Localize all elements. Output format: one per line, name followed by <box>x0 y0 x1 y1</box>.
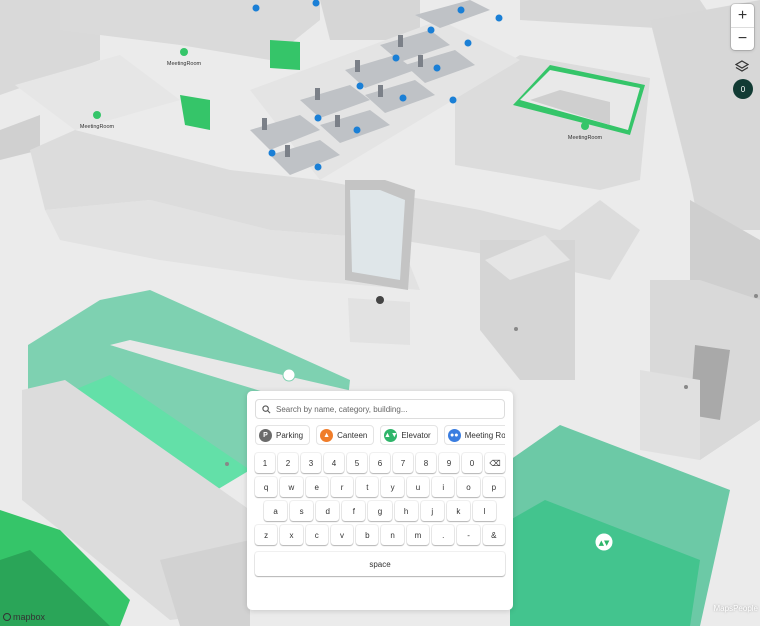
keyboard-key[interactable]: h <box>394 501 418 521</box>
keyboard-key[interactable]: m <box>406 525 430 545</box>
search-panel: Search by name, category, building... PP… <box>247 391 513 610</box>
keyboard-key[interactable]: b <box>356 525 379 545</box>
keyboard-key[interactable]: p <box>482 477 505 497</box>
keyboard-key[interactable]: 7 <box>393 453 413 473</box>
keyboard-key[interactable]: 1 <box>255 453 275 473</box>
backspace-key[interactable]: ⌫ <box>485 453 505 473</box>
keyboard-key[interactable]: l <box>472 501 496 521</box>
keyboard-key[interactable]: 4 <box>324 453 344 473</box>
keyboard-key[interactable]: c <box>305 525 328 545</box>
mapbox-logo-icon <box>3 613 11 621</box>
keyboard-key[interactable]: z <box>255 525 278 545</box>
search-placeholder: Search by name, category, building... <box>276 404 408 414</box>
keyboard-row: z x c v b n m. - & <box>255 525 505 545</box>
zoom-controls: + − <box>731 4 754 50</box>
category-chip[interactable]: ●●Meeting Roo <box>443 425 505 445</box>
keyboard-key[interactable]: & <box>482 525 505 545</box>
keyboard-key[interactable]: t <box>356 477 379 497</box>
keyboard-key[interactable]: v <box>330 525 354 545</box>
mapbox-logo[interactable]: mapbox <box>3 612 45 622</box>
category-chip[interactable]: ▲ Canteen <box>316 425 375 445</box>
keyboard-key[interactable]: u <box>406 477 430 497</box>
keyboard-row: asdfghjkl <box>255 501 505 521</box>
zoom-in-button[interactable]: + <box>731 4 754 27</box>
keyboard-key[interactable]: q <box>255 477 278 497</box>
category-label: Canteen <box>337 430 368 440</box>
keyboard-key[interactable]: - <box>457 525 480 545</box>
svg-text:▲▼: ▲▼ <box>599 539 610 547</box>
keyboard-row: qwertyuiop <box>255 477 505 497</box>
meeting-room-label: MeetingRoom <box>80 124 115 130</box>
you-are-here-icon <box>376 296 384 304</box>
kiosk-base <box>348 298 410 345</box>
keyboard-key[interactable]: o <box>457 477 480 497</box>
keyboard-key[interactable]: j <box>420 501 444 521</box>
keyboard-key[interactable]: 8 <box>416 453 436 473</box>
green-room-accent <box>270 40 300 70</box>
meeting-room-label: MeetingRoom <box>568 135 603 141</box>
search-input[interactable]: Search by name, category, building... <box>255 399 505 419</box>
keyboard-row: 1 2 3 4 5 6 7 8 9 0 ⌫ <box>255 453 505 473</box>
keyboard-key[interactable]: e <box>305 477 328 497</box>
keyboard-key[interactable]: k <box>446 501 470 521</box>
canteen-icon: ▲ <box>320 428 334 442</box>
category-label: Parking <box>276 430 304 440</box>
kiosk-screen <box>350 190 405 280</box>
category-chip[interactable]: P Parking <box>255 425 311 445</box>
keyboard-key[interactable]: y <box>381 477 404 497</box>
keyboard-key[interactable]: 5 <box>347 453 367 473</box>
keyboard-key[interactable]: 2 <box>278 453 298 473</box>
category-chips: PParking▲Canteen▲▼Elevator●●Meeting Roo <box>255 425 505 445</box>
poi-dot <box>225 462 229 466</box>
category-label: Meeting Roo <box>464 430 505 440</box>
poi-dot <box>684 385 688 389</box>
wall-block <box>640 370 700 460</box>
poi-dot <box>514 327 518 331</box>
elevator-icon: ▲▼ <box>384 428 398 442</box>
area-marker[interactable] <box>282 368 296 382</box>
keyboard-key[interactable]: . <box>432 525 455 545</box>
keyboard-key[interactable]: f <box>342 501 366 521</box>
space-key[interactable]: space <box>255 552 505 576</box>
keyboard-key[interactable]: 3 <box>301 453 321 473</box>
keyboard-key[interactable]: r <box>330 477 354 497</box>
keyboard-key[interactable]: s <box>290 501 314 521</box>
category-label: Elevator <box>401 430 431 440</box>
keyboard-key[interactable]: i <box>432 477 455 497</box>
zoom-out-button[interactable]: − <box>731 27 754 50</box>
keyboard-key[interactable]: x <box>280 525 303 545</box>
keyboard-key[interactable]: g <box>368 501 392 521</box>
keyboard-key[interactable]: a <box>264 501 288 521</box>
layers-icon[interactable] <box>734 59 750 75</box>
floor-selector-badge[interactable]: 0 <box>733 79 753 99</box>
mapspeople-attribution: MapsPeople <box>713 604 758 613</box>
meeting-room-icon: ●● <box>447 428 461 442</box>
keyboard-key[interactable]: d <box>316 501 340 521</box>
keyboard-key[interactable]: n <box>381 525 404 545</box>
poi-dot <box>754 294 758 298</box>
keyboard-key[interactable]: w <box>280 477 303 497</box>
keyboard-key[interactable]: 6 <box>370 453 390 473</box>
keyboard-key[interactable]: 0 <box>462 453 482 473</box>
meeting-room-label: MeetingRoom <box>167 61 202 67</box>
mapbox-logo-text: mapbox <box>13 612 46 622</box>
keyboard-key[interactable]: 9 <box>439 453 459 473</box>
search-icon <box>262 404 271 413</box>
category-chip[interactable]: ▲▼ Elevator <box>380 425 438 445</box>
parking-icon: P <box>259 428 272 442</box>
